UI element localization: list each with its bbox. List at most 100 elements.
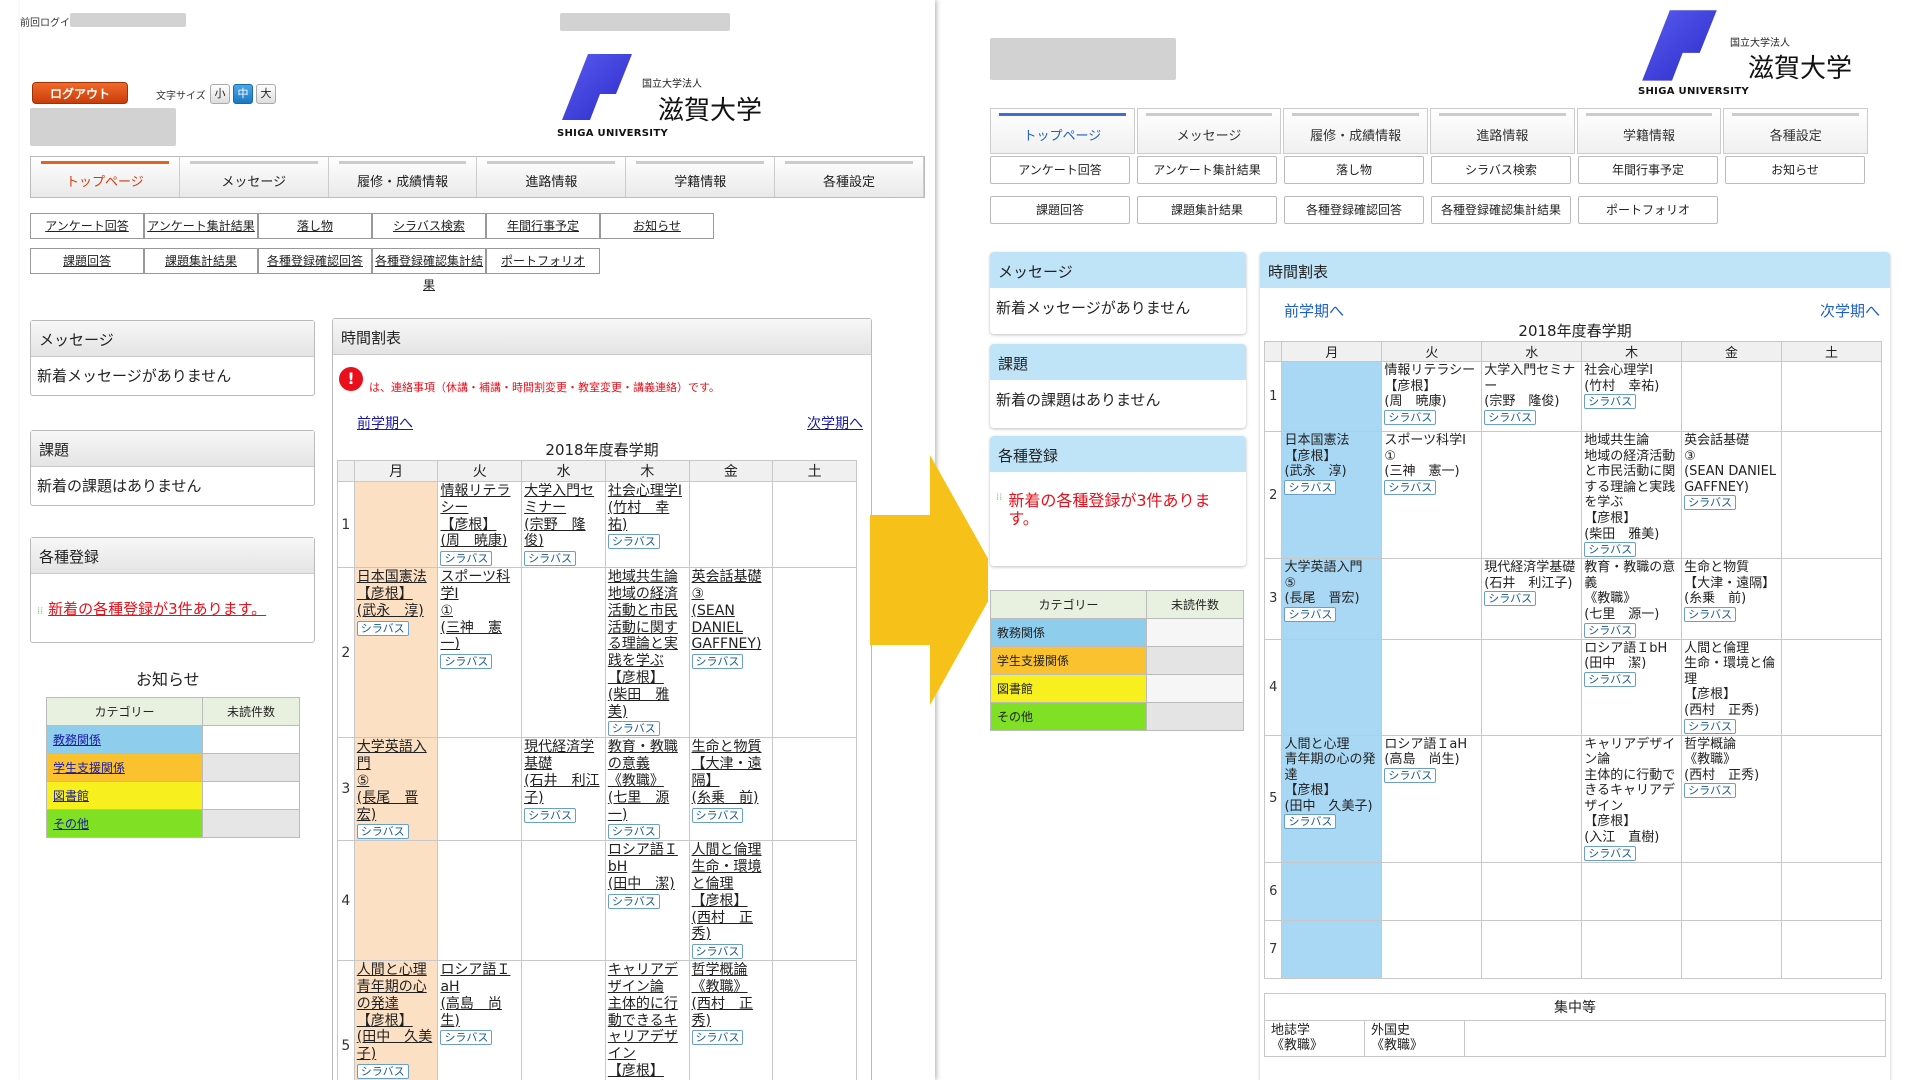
course-name[interactable]: 大学入門セミナー (宗野 隆俊) xyxy=(524,483,603,550)
course-name[interactable]: 人間と心理 青年期の心の発達 【彦根】 (田中 久美子) xyxy=(357,962,436,1063)
subnav-link-old-4[interactable]: シラバス検索 xyxy=(372,213,486,239)
subnav-link-old-5[interactable]: 年間行事予定 xyxy=(486,213,600,239)
tab-messages[interactable]: メッセージ xyxy=(1136,108,1282,154)
syllabus-button[interactable]: シラバス xyxy=(607,893,660,909)
syllabus-button[interactable]: シラバス xyxy=(356,824,409,840)
syllabus-button[interactable]: シラバス xyxy=(691,1030,744,1046)
registration-link[interactable]: 新着の各種登録が3件あります。 xyxy=(1008,491,1240,529)
syllabus-button[interactable]: シラバス xyxy=(1484,591,1537,607)
prev-term-link[interactable]: 前学期へ xyxy=(357,413,413,433)
syllabus-button[interactable]: シラバス xyxy=(440,654,493,670)
syllabus-button[interactable]: シラバス xyxy=(356,620,409,636)
syllabus-button[interactable]: シラバス xyxy=(1684,783,1736,799)
tab-courses-grades[interactable]: 履修・成績情報 xyxy=(1283,108,1429,154)
course-name[interactable]: ロシア語ＩbH (田中 潔) xyxy=(608,842,687,892)
course-name[interactable]: 日本国憲法 【彦根】 (武永 淳) xyxy=(1284,433,1379,480)
tab-top-page[interactable]: トップページ xyxy=(990,108,1135,154)
subnav-link-old-4[interactable]: 各種登録確認集計結果 xyxy=(372,248,486,292)
tab-settings[interactable]: 各種設定 xyxy=(1723,108,1869,154)
tab-career[interactable]: 進路情報 xyxy=(1430,108,1575,154)
course-name[interactable]: 哲学概論 《教職》 (西村 正秀) xyxy=(692,962,771,1029)
subnav-link-old-3[interactable]: 落し物 xyxy=(258,213,372,239)
course-name[interactable]: キャリアデザイン論 主体的に行動できるキャリアデザイン 【彦根】 (入江 直樹) xyxy=(1584,737,1679,846)
syllabus-button[interactable]: シラバス xyxy=(1684,718,1736,734)
tab-settings[interactable]: 各種設定 xyxy=(775,157,924,197)
course-name[interactable]: 社会心理学Ⅰ (竹村 幸祐) xyxy=(1584,363,1679,394)
notice-category-academic[interactable]: 教務関係 xyxy=(53,733,101,747)
course-name[interactable]: ロシア語ＩaH (高島 尚生) xyxy=(440,962,519,1029)
font-size-large-button[interactable]: 大 xyxy=(256,84,276,104)
subnav-link-old-5[interactable]: ポートフォリオ xyxy=(486,248,600,274)
course-name[interactable]: ロシア語ＩbH (田中 潔) xyxy=(1584,641,1679,672)
prev-term-link[interactable]: 前学期へ xyxy=(1284,300,1344,321)
notice-category-library[interactable]: 図書館 xyxy=(53,789,89,803)
notice-category-other[interactable]: その他 xyxy=(997,710,1033,724)
course-name[interactable]: 日本国憲法 【彦根】 (武永 淳) xyxy=(357,569,436,619)
subnav-link-new-3[interactable]: 各種登録確認回答 xyxy=(1284,196,1424,224)
tab-career[interactable]: 進路情報 xyxy=(477,157,627,197)
subnav-link-old-6[interactable]: お知らせ xyxy=(600,213,714,239)
course-name[interactable]: 情報リテラシー 【彦根】 (周 暁康) xyxy=(440,483,519,550)
subnav-link-new-2[interactable]: アンケート集計結果 xyxy=(1137,156,1277,184)
course-name[interactable]: 生命と物質 【大津・遠隔】 (糸乗 前) xyxy=(692,739,771,806)
syllabus-button[interactable]: シラバス xyxy=(1484,409,1537,425)
syllabus-button[interactable]: シラバス xyxy=(1684,606,1736,622)
syllabus-button[interactable]: シラバス xyxy=(356,1063,409,1079)
intensive-course[interactable]: 地誌学 《教職》 xyxy=(1265,1020,1365,1056)
course-name[interactable]: 英会話基礎 ③ (SEAN DANIEL GAFFNEY) xyxy=(692,569,771,653)
course-name[interactable]: スポーツ科学Ⅰ ① (三神 憲一) xyxy=(1384,433,1479,480)
course-name[interactable]: 哲学概論 《教職》 (西村 正秀) xyxy=(1684,737,1779,784)
course-name[interactable]: 大学英語入門 ⑤ (長尾 晋宏) xyxy=(357,739,436,823)
course-name[interactable]: 生命と物質 【大津・遠隔】 (糸乗 前) xyxy=(1684,560,1779,607)
syllabus-button[interactable]: シラバス xyxy=(1684,495,1736,511)
logout-button[interactable]: ログアウト xyxy=(32,82,128,104)
course-name[interactable]: ロシア語ＩaH (高島 尚生) xyxy=(1384,737,1479,768)
font-size-small-button[interactable]: 小 xyxy=(210,84,230,104)
tab-top-page[interactable]: トップページ xyxy=(31,157,180,197)
syllabus-button[interactable]: シラバス xyxy=(691,807,744,823)
subnav-link-new-1[interactable]: 課題回答 xyxy=(990,196,1130,224)
tab-courses-grades[interactable]: 履修・成績情報 xyxy=(328,157,478,197)
course-name[interactable]: 地域共生論 地域の経済活動と市民活動に関する理論と実践を学ぶ 【彦根】 (柴田 … xyxy=(1584,433,1679,542)
syllabus-button[interactable]: シラバス xyxy=(607,534,660,550)
subnav-link-new-1[interactable]: アンケート回答 xyxy=(990,156,1130,184)
subnav-link-old-3[interactable]: 各種登録確認回答 xyxy=(258,248,372,274)
next-term-link[interactable]: 次学期へ xyxy=(1820,300,1880,321)
subnav-link-new-4[interactable]: 各種登録確認集計結果 xyxy=(1431,196,1571,224)
tab-student-records[interactable]: 学籍情報 xyxy=(626,157,776,197)
syllabus-button[interactable]: シラバス xyxy=(1284,479,1337,495)
notice-category-student-support[interactable]: 学生支援関係 xyxy=(53,761,125,775)
syllabus-button[interactable]: シラバス xyxy=(1384,767,1437,783)
subnav-link-new-4[interactable]: シラバス検索 xyxy=(1431,156,1571,184)
notice-category-academic[interactable]: 教務関係 xyxy=(997,626,1045,640)
subnav-link-new-5[interactable]: ポートフォリオ xyxy=(1578,196,1718,224)
syllabus-button[interactable]: シラバス xyxy=(440,551,493,567)
course-name[interactable]: 社会心理学Ⅰ (竹村 幸祐) xyxy=(608,483,687,533)
font-size-medium-button[interactable]: 中 xyxy=(233,84,253,104)
notice-category-student-support[interactable]: 学生支援関係 xyxy=(997,654,1069,668)
intensive-course[interactable]: 外国史 《教職》 xyxy=(1365,1020,1465,1056)
course-name[interactable]: 英会話基礎 ③ (SEAN DANIEL GAFFNEY) xyxy=(1684,433,1779,495)
syllabus-button[interactable]: シラバス xyxy=(691,654,744,670)
syllabus-button[interactable]: シラバス xyxy=(524,807,577,823)
course-name[interactable]: スポーツ科学Ⅰ ① (三神 憲一) xyxy=(440,569,519,653)
subnav-link-new-5[interactable]: 年間行事予定 xyxy=(1578,156,1718,184)
syllabus-button[interactable]: シラバス xyxy=(1584,845,1637,861)
course-name[interactable]: 人間と倫理 生命・環境と倫理 【彦根】 (西村 正秀) xyxy=(692,842,771,943)
course-name[interactable]: 現代経済学基礎 (石井 利江子) xyxy=(1484,560,1579,591)
next-term-link[interactable]: 次学期へ xyxy=(807,413,863,433)
syllabus-button[interactable]: シラバス xyxy=(1284,814,1337,830)
syllabus-button[interactable]: シラバス xyxy=(1584,671,1637,687)
course-name[interactable]: 大学英語入門 ⑤ (長尾 晋宏) xyxy=(1284,560,1379,607)
syllabus-button[interactable]: シラバス xyxy=(607,721,660,737)
syllabus-button[interactable]: シラバス xyxy=(607,824,660,840)
tab-student-records[interactable]: 学籍情報 xyxy=(1576,108,1722,154)
syllabus-button[interactable]: シラバス xyxy=(1284,606,1337,622)
course-name[interactable]: 地域共生論 地域の経済活動と市民活動に関する理論と実践を学ぶ 【彦根】 (柴田 … xyxy=(608,569,687,720)
syllabus-button[interactable]: シラバス xyxy=(1584,542,1637,558)
course-name[interactable]: 人間と倫理 生命・環境と倫理 【彦根】 (西村 正秀) xyxy=(1684,641,1779,719)
notice-category-library[interactable]: 図書館 xyxy=(997,682,1033,696)
subnav-link-old-2[interactable]: アンケート集計結果 xyxy=(144,213,258,239)
syllabus-button[interactable]: シラバス xyxy=(1584,622,1637,638)
course-name[interactable]: キャリアデザイン論 主体的に行動できるキャリアデザイン 【彦根】 (入江 直樹) xyxy=(608,962,687,1080)
